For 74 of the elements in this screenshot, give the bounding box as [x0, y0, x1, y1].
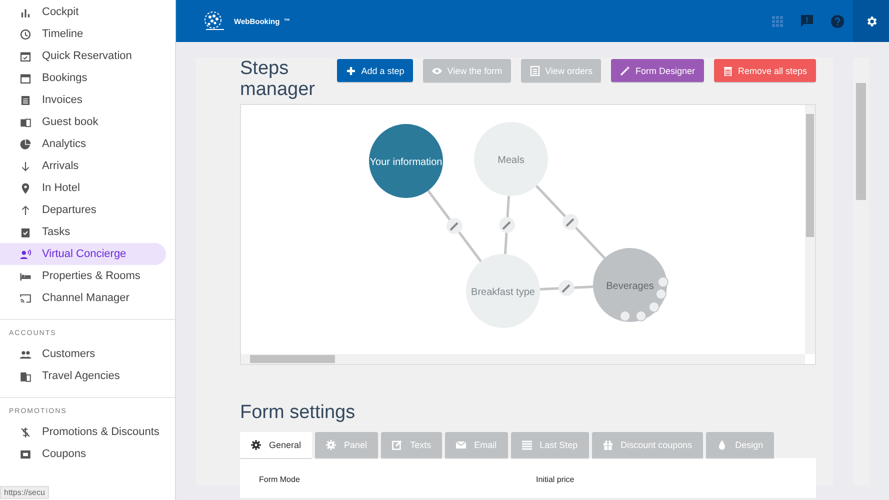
clipboard-check-icon: [19, 226, 32, 238]
step-node[interactable]: [369, 124, 443, 198]
building-icon: [19, 370, 32, 382]
globe-logo-icon: [203, 11, 225, 31]
drop-icon: [717, 440, 728, 450]
section-title: Form settings: [240, 402, 356, 423]
step-label: Beverages: [606, 281, 654, 292]
person-speaking-icon: [19, 248, 32, 260]
calendar-icon: [19, 50, 32, 62]
edit-icon: [392, 440, 402, 450]
toolbar-button[interactable]: Add a step: [337, 59, 414, 82]
step-node[interactable]: [466, 254, 540, 328]
settings-icon[interactable]: [864, 14, 878, 28]
field-label: Form Mode: [259, 475, 301, 486]
sidebar-item[interactable]: Quick Reservation: [0, 45, 166, 67]
sidebar-item[interactable]: Analytics: [0, 133, 166, 155]
ticket-icon: [19, 448, 32, 460]
feedback-icon[interactable]: [801, 15, 813, 27]
settings-tab[interactable]: General: [240, 432, 312, 458]
step-label: Your information: [370, 157, 442, 168]
up-arrow-icon: [19, 204, 32, 216]
trash-icon: [722, 66, 733, 76]
sidebar-item[interactable]: In Hotel: [0, 177, 166, 199]
step-label: Breakfast type: [471, 287, 535, 298]
gear-icon: [251, 440, 261, 450]
gift-icon: [602, 440, 613, 450]
sidebar-item[interactable]: Travel Agencies: [0, 365, 166, 387]
list-icon: [522, 440, 532, 450]
envelope-icon: [456, 440, 466, 450]
calendar-icon: [19, 72, 32, 84]
connector-line: [504, 196, 510, 254]
dollar-off-icon: [19, 426, 32, 438]
connector-line: [540, 286, 594, 290]
sidebar-item[interactable]: Customers: [0, 343, 166, 365]
edit-link-icon[interactable]: [499, 217, 515, 233]
toolbar-button[interactable]: Form Designer: [611, 59, 704, 82]
section-title: Steps manager: [240, 58, 316, 100]
sidebar-item[interactable]: Coupons: [0, 443, 166, 465]
step-node[interactable]: [474, 122, 548, 196]
sidebar-item[interactable]: Tasks: [0, 221, 166, 243]
sidebar-item[interactable]: Timeline: [0, 23, 166, 45]
gear-icon: [326, 440, 336, 450]
scrollbar[interactable]: [241, 354, 805, 364]
edit-link-icon[interactable]: [562, 214, 578, 230]
document-icon: [19, 94, 32, 106]
sidebar-item[interactable]: Properties & Rooms: [0, 265, 166, 287]
step-label: Meals: [498, 155, 524, 166]
location-pin-icon: [19, 182, 32, 194]
edit-link-icon[interactable]: [446, 218, 462, 234]
help-icon[interactable]: [831, 14, 844, 28]
down-arrow-icon: [19, 160, 32, 172]
sidebar-item[interactable]: Departures: [0, 199, 166, 221]
sidebar-item[interactable]: Channel Manager: [0, 287, 166, 309]
eye-icon: [432, 66, 442, 76]
edit-link-icon[interactable]: [558, 280, 574, 296]
magic-wand-icon: [620, 66, 630, 76]
status-url: https://secu: [0, 486, 49, 499]
sidebar-item[interactable]: Guest book: [0, 111, 166, 133]
apps-grid-icon[interactable]: [772, 16, 783, 26]
clock-icon: [19, 28, 32, 40]
list-icon: [530, 66, 540, 76]
sidebar-item[interactable]: Bookings: [0, 67, 166, 89]
sidebar-item[interactable]: Virtual Concierge: [0, 243, 166, 265]
pie-chart-icon: [19, 138, 32, 150]
field-label: Initial price: [536, 475, 576, 486]
sidebar-item[interactable]: Arrivals: [0, 155, 166, 177]
sidebar-item[interactable]: Cockpit: [0, 1, 166, 23]
node-action-icon[interactable]: [658, 276, 668, 288]
sidebar-item[interactable]: Invoices: [0, 89, 166, 111]
scrollbar[interactable]: [805, 105, 815, 354]
plus-icon: [346, 66, 356, 76]
scrollbar[interactable]: [853, 58, 869, 485]
sidebar-item[interactable]: Promotions & Discounts: [0, 421, 166, 443]
cast-screen-icon: [19, 292, 32, 304]
